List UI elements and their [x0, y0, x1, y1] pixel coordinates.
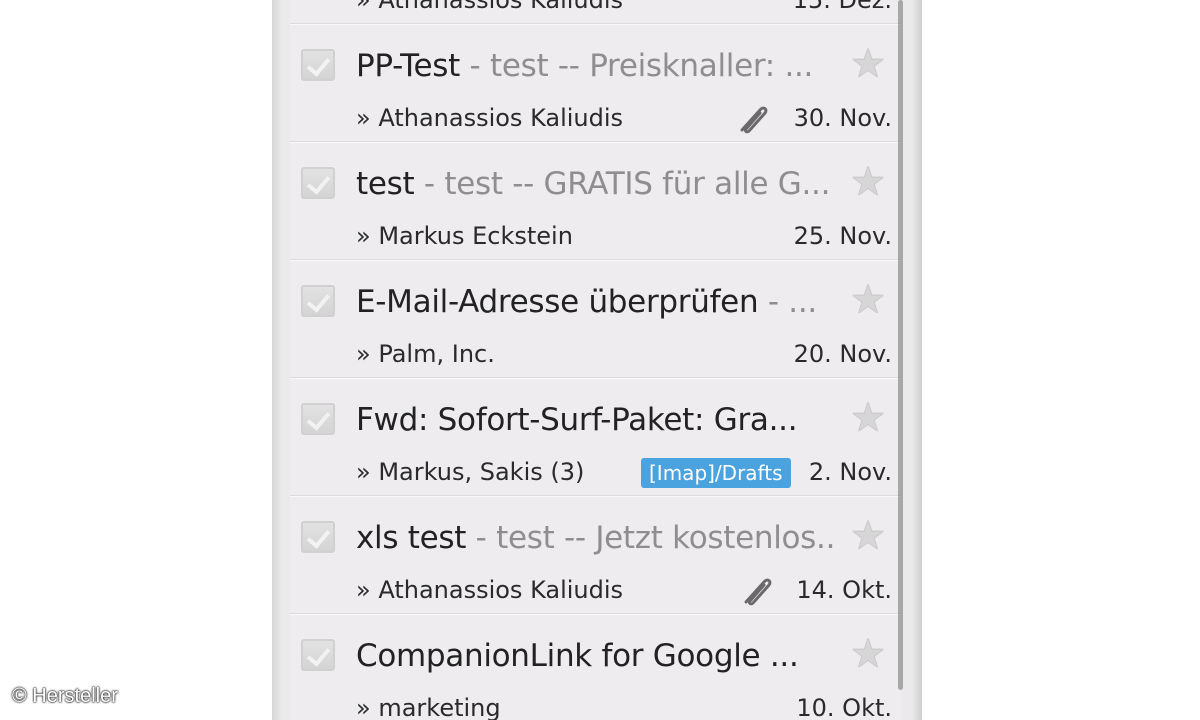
email-date: 25. Nov.: [793, 222, 892, 250]
email-subject: CompanionLink for Google ...: [356, 638, 799, 674]
sender-name: Markus, Sakis (3): [378, 458, 585, 486]
email-subject-line: CompanionLink for Google ...: [356, 634, 836, 678]
email-subject-line: E-Mail-Adresse überprüfen - ...: [356, 280, 836, 324]
forwarded-chevron-icon: »: [356, 576, 371, 604]
select-checkbox[interactable]: [301, 167, 335, 199]
email-sender: » Athanassios Kaliudis: [356, 574, 623, 606]
email-subject: E-Mail-Adresse überprüfen: [356, 284, 759, 320]
star-icon[interactable]: ★: [846, 160, 890, 204]
email-row[interactable]: ★ » Athanassios Kaliudis 15. Dez.: [290, 0, 902, 24]
star-icon[interactable]: ★: [846, 514, 890, 558]
forwarded-chevron-icon: »: [356, 340, 371, 368]
select-checkbox[interactable]: [301, 403, 335, 435]
copyright-watermark: © Hersteller: [12, 685, 118, 707]
email-row[interactable]: test - test -- GRATIS für alle G... ★ » …: [290, 142, 902, 260]
paperclip-icon: [740, 106, 768, 134]
email-sender: » Palm, Inc.: [356, 338, 495, 370]
sender-name: Markus Eckstein: [378, 222, 573, 250]
forwarded-chevron-icon: »: [356, 458, 371, 486]
email-date: 15. Dez.: [792, 0, 892, 14]
email-date: 30. Nov.: [793, 104, 892, 132]
paperclip-icon: [744, 578, 772, 606]
email-row[interactable]: Fwd: Sofort-Surf-Paket: Gra... ★ » Marku…: [290, 378, 902, 496]
email-date: 10. Okt.: [796, 694, 892, 720]
sender-name: Palm, Inc.: [378, 340, 495, 368]
email-row[interactable]: xls test - test -- Jetzt kostenlos... ★ …: [290, 496, 902, 614]
email-snippet: - ...: [758, 284, 817, 320]
email-snippet: - test -- GRATIS für alle G...: [414, 166, 831, 202]
email-snippet: - test -- Jetzt kostenlos...: [466, 520, 836, 556]
email-row[interactable]: E-Mail-Adresse überprüfen - ... ★ » Palm…: [290, 260, 902, 378]
email-sender: » Markus, Sakis (3): [356, 456, 584, 488]
email-row[interactable]: CompanionLink for Google ... ★ » marketi…: [290, 614, 902, 720]
select-checkbox[interactable]: [301, 285, 335, 317]
star-icon[interactable]: ★: [846, 278, 890, 322]
sender-name: marketing: [378, 694, 501, 720]
select-checkbox[interactable]: [301, 639, 335, 671]
page: ★ » Athanassios Kaliudis 15. Dez. PP-Tes…: [0, 0, 1200, 720]
email-list: ★ » Athanassios Kaliudis 15. Dez. PP-Tes…: [290, 0, 902, 720]
star-icon[interactable]: ★: [846, 42, 890, 86]
email-sender: » Athanassios Kaliudis: [356, 0, 623, 16]
email-subject-line: xls test - test -- Jetzt kostenlos...: [356, 516, 836, 560]
email-subject-line: test - test -- GRATIS für alle G...: [356, 162, 836, 206]
email-subject-line: PP-Test - test -- Preisknaller: ...: [356, 44, 836, 88]
email-subject: test: [356, 166, 415, 202]
star-icon[interactable]: ★: [846, 632, 890, 676]
email-sender: » Athanassios Kaliudis: [356, 102, 623, 134]
scrollbar[interactable]: [898, 0, 903, 690]
email-sender: » marketing: [356, 692, 501, 720]
email-snippet: - test -- Preisknaller: ...: [460, 48, 814, 84]
email-subject-line: Fwd: Sofort-Surf-Paket: Gra...: [356, 398, 836, 442]
email-subject: Fwd: Sofort-Surf-Paket: Gra...: [356, 402, 798, 438]
select-checkbox[interactable]: [301, 521, 335, 553]
folder-label-badge: [Imap]/Drafts: [641, 458, 791, 488]
email-date: 14. Okt.: [796, 576, 892, 604]
email-subject: xls test: [356, 520, 467, 556]
sender-name: Athanassios Kaliudis: [378, 104, 624, 132]
email-sender: » Markus Eckstein: [356, 220, 573, 252]
forwarded-chevron-icon: »: [356, 222, 371, 250]
forwarded-chevron-icon: »: [356, 694, 371, 720]
forwarded-chevron-icon: »: [356, 104, 371, 132]
email-subject: PP-Test: [356, 48, 460, 84]
sender-name: Athanassios Kaliudis: [378, 576, 624, 604]
sender-name: Athanassios Kaliudis: [378, 0, 624, 14]
email-date: 2. Nov.: [808, 458, 892, 486]
star-icon[interactable]: ★: [846, 396, 890, 440]
select-checkbox[interactable]: [301, 49, 335, 81]
email-list-screen: ★ » Athanassios Kaliudis 15. Dez. PP-Tes…: [290, 0, 902, 720]
email-date: 20. Nov.: [793, 340, 892, 368]
forwarded-chevron-icon: »: [356, 0, 371, 14]
email-row[interactable]: PP-Test - test -- Preisknaller: ... ★ » …: [290, 24, 902, 142]
